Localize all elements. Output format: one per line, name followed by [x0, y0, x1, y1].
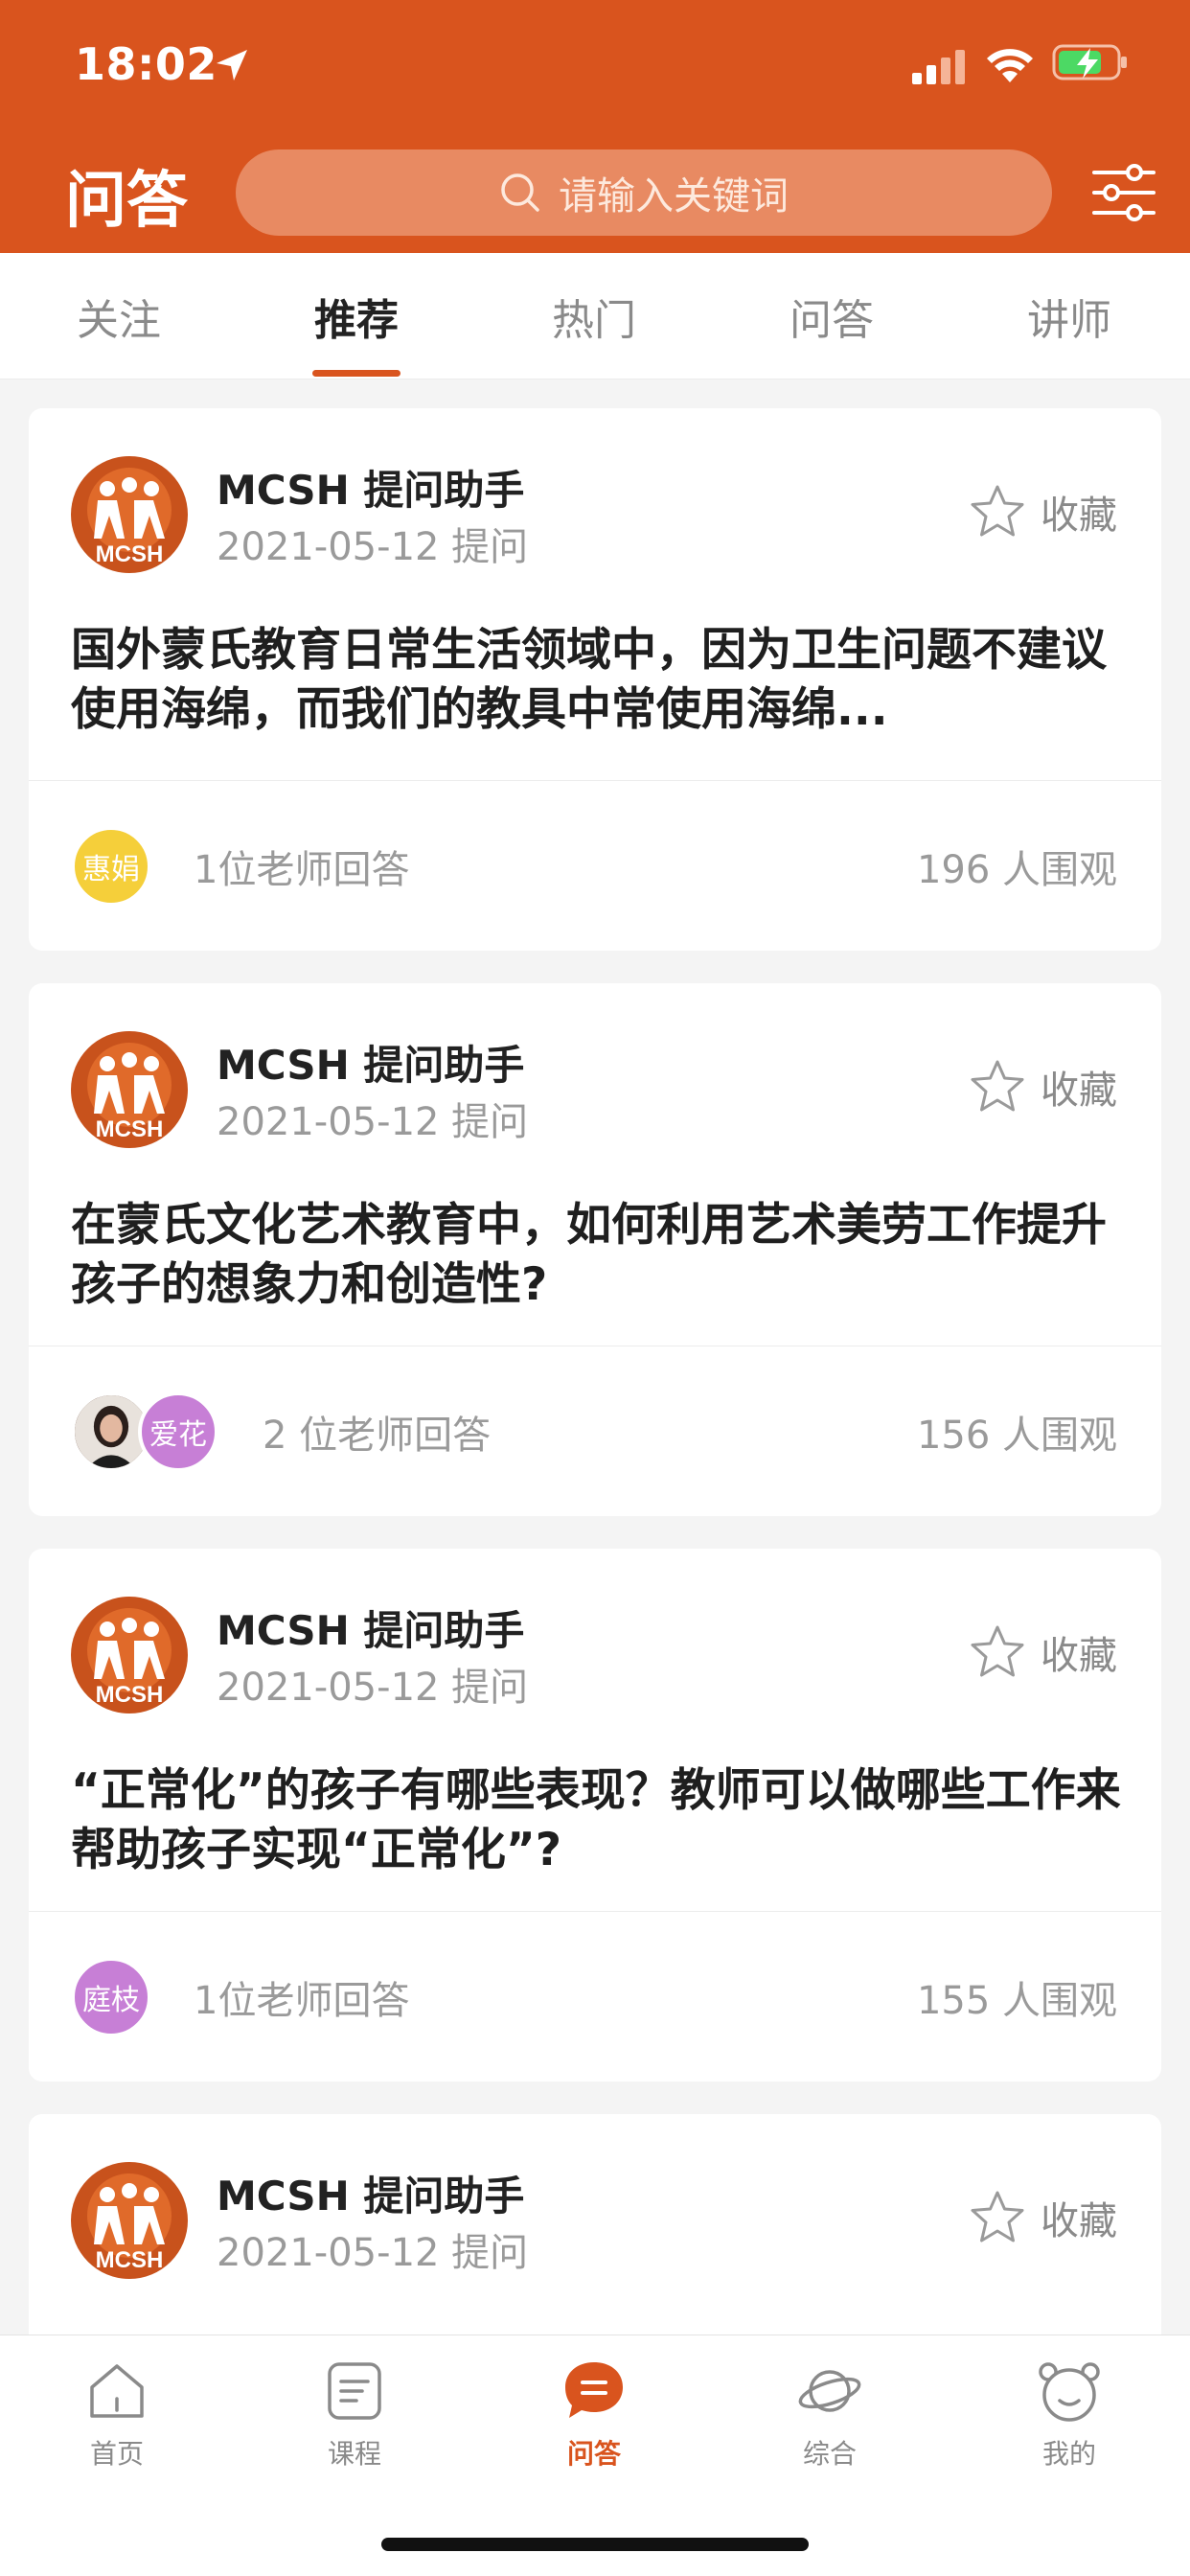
- app-screen: 18:02 问答 请输入关键词 关注 推荐 热门 问答 讲师 MCSH MCSH…: [0, 0, 1190, 2576]
- planet-icon: [798, 2370, 861, 2412]
- answer-count: 2 位老师回答: [263, 1414, 492, 1458]
- mcsh-logo-avatar: MCSH: [71, 1597, 188, 1714]
- card-footer: 庭枝 1位老师回答 155 人围观: [29, 1912, 1161, 2082]
- tab-hot[interactable]: 热门: [498, 253, 690, 380]
- active-tab-indicator: [312, 370, 400, 377]
- profile-icon: [1039, 2362, 1100, 2422]
- home-indicator: [381, 2538, 809, 2551]
- status-bar: 18:02: [0, 0, 1190, 126]
- tab-recommended[interactable]: 推荐: [261, 253, 452, 380]
- search-input[interactable]: 请输入关键词: [236, 150, 1052, 236]
- course-icon: [328, 2362, 381, 2420]
- mcsh-logo-avatar: MCSH: [71, 2162, 188, 2279]
- category-tabs: 关注 推荐 热门 问答 讲师: [0, 253, 1190, 380]
- teacher-avatar[interactable]: 惠娟: [71, 826, 151, 907]
- top-nav-bar: 问答 请输入关键词: [0, 144, 1190, 243]
- favorite-button[interactable]: 收藏: [968, 1623, 1117, 1681]
- battery-charging-icon: [1052, 44, 1127, 80]
- favorite-label: 收藏: [1041, 494, 1117, 538]
- question-card[interactable]: MCSH MCSH 提问助手 2021-05-12 提问 收藏 “正常化”的孩子…: [29, 1549, 1161, 2082]
- svg-text:MCSH: MCSH: [96, 1682, 164, 1708]
- answer-count: 1位老师回答: [194, 1979, 410, 2023]
- filter-settings-icon[interactable]: [1090, 159, 1157, 226]
- search-placeholder: 请输入关键词: [559, 174, 789, 218]
- favorite-label: 收藏: [1041, 1634, 1117, 1678]
- nav-label: 问答: [566, 2438, 621, 2470]
- star-icon: [971, 2191, 1024, 2242]
- teacher-avatar[interactable]: 爱花: [138, 1392, 218, 1472]
- tab-lecturers[interactable]: 讲师: [973, 253, 1165, 380]
- qa-icon: [565, 2362, 623, 2418]
- header: 18:02 问答 请输入关键词: [0, 0, 1190, 253]
- cellular-signal-icon: [912, 50, 965, 84]
- post-date: 2021-05-12 提问: [217, 525, 529, 569]
- search-icon: [501, 173, 539, 212]
- nav-home[interactable]: 首页: [21, 2357, 213, 2491]
- post-date: 2021-05-12 提问: [217, 1100, 529, 1144]
- question-text[interactable]: “正常化”的孩子有哪些表现？教师可以做哪些工作来帮助孩子实现“正常化”?: [71, 1761, 1134, 1880]
- nav-label: 综合: [802, 2438, 857, 2470]
- teacher-avatar[interactable]: 庭枝: [71, 1957, 151, 2037]
- answer-count: 1位老师回答: [194, 848, 410, 892]
- mcsh-logo-avatar: MCSH: [71, 1031, 188, 1148]
- author-name: MCSH 提问助手: [217, 2173, 525, 2220]
- question-text[interactable]: 在蒙氏文化艺术教育中，如何利用艺术美劳工作提升孩子的想象力和创造性?: [71, 1196, 1134, 1315]
- nav-label: 首页: [89, 2438, 144, 2470]
- favorite-button[interactable]: 收藏: [968, 483, 1117, 540]
- tab-qa[interactable]: 问答: [736, 253, 927, 380]
- status-time: 18:02: [75, 38, 217, 90]
- wifi-icon: [987, 49, 1033, 82]
- location-arrow-icon: [217, 50, 247, 80]
- favorite-label: 收藏: [1041, 1069, 1117, 1113]
- nav-courses[interactable]: 课程: [259, 2357, 450, 2491]
- page-title: 问答: [65, 166, 188, 237]
- person-photo-icon: [75, 1395, 148, 1468]
- svg-text:MCSH: MCSH: [96, 2247, 164, 2273]
- star-icon: [971, 1060, 1024, 1112]
- post-date: 2021-05-12 提问: [217, 1666, 529, 1710]
- author-name: MCSH 提问助手: [217, 1042, 525, 1089]
- nav-label: 我的: [1041, 2438, 1096, 2470]
- view-count: 155 人围观: [916, 1979, 1117, 2023]
- view-count: 156 人围观: [916, 1414, 1117, 1458]
- star-icon: [971, 1625, 1024, 1677]
- nav-general[interactable]: 综合: [734, 2357, 926, 2491]
- author-name: MCSH 提问助手: [217, 1607, 525, 1654]
- star-icon: [971, 485, 1024, 537]
- view-count: 196 人围观: [916, 848, 1117, 892]
- author-name: MCSH 提问助手: [217, 467, 525, 514]
- card-footer: 惠娟 1位老师回答 196 人围观: [29, 781, 1161, 951]
- post-date: 2021-05-12 提问: [217, 2231, 529, 2275]
- favorite-label: 收藏: [1041, 2199, 1117, 2243]
- question-card[interactable]: MCSH MCSH 提问助手 2021-05-12 提问 收藏 在蒙氏文化艺术教…: [29, 983, 1161, 1516]
- svg-text:MCSH: MCSH: [96, 541, 164, 567]
- favorite-button[interactable]: 收藏: [968, 1058, 1117, 1116]
- nav-label: 课程: [327, 2438, 381, 2470]
- favorite-button[interactable]: 收藏: [968, 2189, 1117, 2246]
- question-text[interactable]: 国外蒙氏教育日常生活领域中，因为卫生问题不建议使用海绵，而我们的教具中常使用海绵…: [71, 621, 1134, 740]
- svg-text:MCSH: MCSH: [96, 1116, 164, 1142]
- card-footer: 爱花 2 位老师回答 156 人围观: [29, 1346, 1161, 1516]
- nav-qa[interactable]: 问答: [498, 2357, 690, 2491]
- nav-profile[interactable]: 我的: [973, 2357, 1165, 2491]
- home-icon: [90, 2364, 144, 2418]
- tab-follow[interactable]: 关注: [23, 253, 215, 380]
- mcsh-logo-avatar: MCSH: [71, 456, 188, 573]
- question-card[interactable]: MCSH MCSH 提问助手 2021-05-12 提问 收藏 国外蒙氏教育日常…: [29, 408, 1161, 951]
